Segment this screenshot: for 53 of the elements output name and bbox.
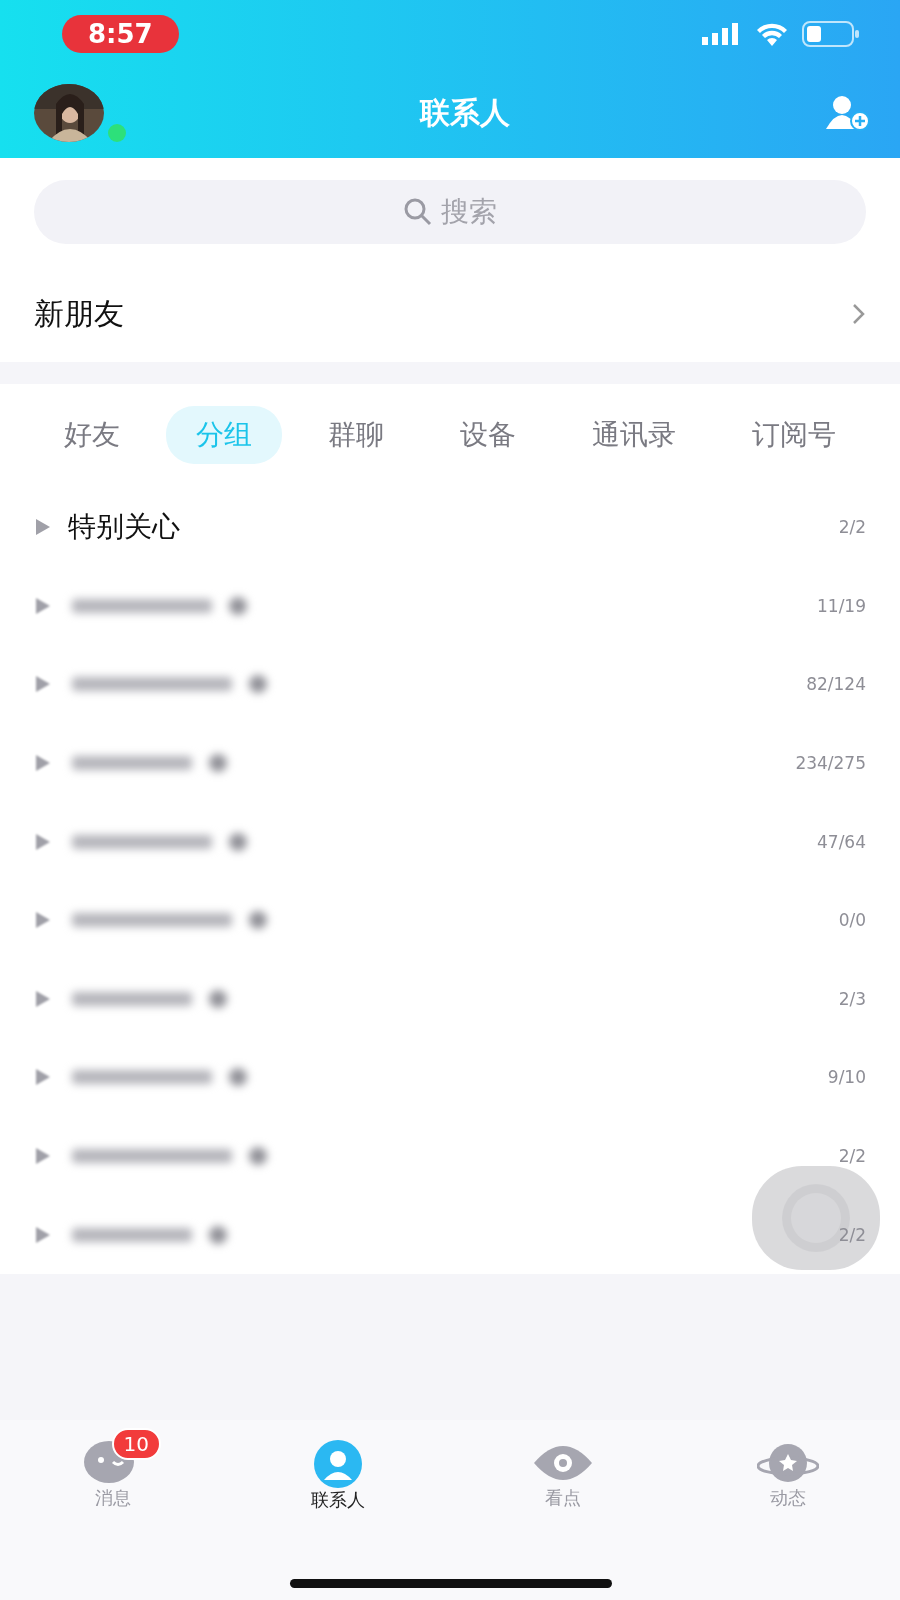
group-count: 2/3	[838, 988, 866, 1009]
tab[interactable]: 群聊	[298, 406, 414, 464]
tab[interactable]: 设备	[430, 406, 546, 464]
new-friends-row[interactable]: 新朋友	[0, 266, 900, 362]
triangle-right-icon	[36, 1069, 50, 1086]
triangle-right-icon	[36, 833, 50, 850]
group-count: 2/2	[838, 1224, 866, 1245]
group-row[interactable]: 47/64	[0, 802, 900, 881]
group-name: 特别关心	[68, 509, 180, 546]
group-count: 11/19	[817, 595, 866, 616]
group-row[interactable]: 2/2	[0, 1116, 900, 1196]
group-count: 0/0	[838, 910, 866, 931]
search-placeholder: 搜索	[441, 194, 497, 230]
tab[interactable]: 订阅号	[722, 406, 866, 464]
chevron-right-icon	[852, 303, 866, 325]
group-row[interactable]: 2/3	[0, 959, 900, 1039]
search-icon	[403, 197, 433, 227]
page-title: 联系人	[420, 93, 510, 132]
unread-count: 10	[111, 1428, 161, 1460]
triangle-right-icon	[36, 990, 50, 1007]
triangle-right-icon	[36, 676, 50, 693]
triangle-right-icon	[36, 755, 50, 772]
group-count: 82/124	[806, 674, 866, 695]
group-count: 2/2	[838, 1146, 866, 1167]
search-field[interactable]: 搜索	[34, 180, 866, 244]
triangle-right-icon	[36, 912, 50, 929]
nav-tab[interactable]: 看点	[497, 1428, 628, 1512]
group-row[interactable]: 82/124	[0, 645, 900, 724]
triangle-right-icon	[36, 597, 50, 614]
tab[interactable]: 分组	[166, 406, 282, 464]
group-count: 47/64	[817, 831, 866, 852]
group-row[interactable]: 0/0	[0, 880, 900, 960]
group-count: 2/2	[838, 517, 866, 538]
triangle-right-icon	[36, 519, 50, 536]
group-row[interactable]: 9/10	[0, 1038, 900, 1117]
group-row[interactable]: 特别关心 2/2	[0, 488, 900, 567]
add-contact-icon[interactable]	[826, 95, 870, 131]
tab[interactable]: 通讯录	[562, 406, 706, 464]
triangle-right-icon	[36, 1226, 50, 1243]
triangle-right-icon	[36, 1148, 50, 1165]
battery-icon	[802, 21, 860, 47]
group-row[interactable]: 2/2	[0, 1195, 900, 1274]
status-time: 8:57	[62, 15, 179, 53]
wifi-icon	[756, 22, 788, 46]
new-friends-label: 新朋友	[34, 294, 124, 333]
group-count: 234/275	[795, 753, 866, 774]
group-count: 9/10	[827, 1067, 866, 1088]
nav-tab[interactable]: 消息 10	[47, 1428, 178, 1512]
group-row[interactable]: 11/19	[0, 566, 900, 646]
nav-tab[interactable]: 动态	[722, 1428, 853, 1512]
group-row[interactable]: 234/275	[0, 723, 900, 803]
tab[interactable]: 好友	[34, 406, 150, 464]
nav-tab[interactable]: 联系人	[272, 1428, 403, 1512]
